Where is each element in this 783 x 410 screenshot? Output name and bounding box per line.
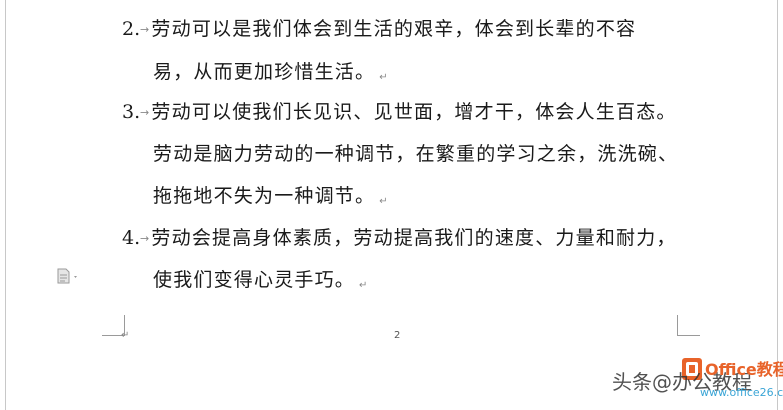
watermark-brand: Office教程网 (705, 360, 783, 379)
list-line: →劳动可以使我们长见识、见世面，增才干，体会人生百态。 (139, 100, 677, 125)
list-line: →劳动可以是我们体会到生活的艰辛，体会到长辈的不容 (139, 17, 636, 42)
paragraph-mark: ↵ (359, 280, 369, 291)
paragraph-mark: ↵ (379, 196, 389, 207)
list-line-text: 易，从而更加珍惜生活。 (153, 61, 376, 83)
page-left-edge (5, 0, 6, 410)
list-line: 使我们变得心灵手巧。 ↵ (153, 268, 369, 298)
tab-mark: → (140, 232, 151, 245)
list-line-text: 劳动可以使我们长见识、见世面，增才干，体会人生百态。 (151, 101, 677, 123)
list-line-text: 拖拖地不失为一种调节。 (153, 185, 376, 207)
watermark-site: www.office26.com (700, 386, 783, 399)
list-line-text: 使我们变得心灵手巧。 (153, 269, 356, 291)
margin-corner-mark (677, 315, 700, 336)
list-line-text: 劳动会提高身体素质，劳动提高我们的速度、力量和耐力， (151, 227, 677, 249)
list-line-text: 劳动是脑力劳动的一种调节，在繁重的学习之余，洗洗碗、 (153, 143, 679, 165)
page-number: 2 (394, 330, 401, 341)
tab-mark: → (140, 23, 151, 36)
list-number: 3. (122, 101, 141, 123)
list-line: 易，从而更加珍惜生活。 ↵ (153, 60, 389, 90)
list-line: →劳动会提高身体素质，劳动提高我们的速度、力量和耐力， (139, 226, 677, 251)
list-number: 4. (122, 227, 141, 249)
paragraph-mark: ↵ (379, 72, 389, 83)
list-line-text: 劳动可以是我们体会到生活的艰辛，体会到长辈的不容 (151, 18, 637, 40)
document-comment-icon[interactable] (56, 268, 84, 284)
page-right-edge (777, 0, 778, 410)
paragraph-mark: ↵ (121, 330, 130, 341)
list-number: 2. (122, 18, 141, 40)
document-page: 2. →劳动可以是我们体会到生活的艰辛，体会到长辈的不容 易，从而更加珍惜生活。… (0, 0, 783, 410)
tab-mark: → (140, 106, 151, 119)
list-line: 劳动是脑力劳动的一种调节，在繁重的学习之余，洗洗碗、 (153, 142, 678, 166)
list-line: 拖拖地不失为一种调节。 ↵ (153, 184, 389, 214)
